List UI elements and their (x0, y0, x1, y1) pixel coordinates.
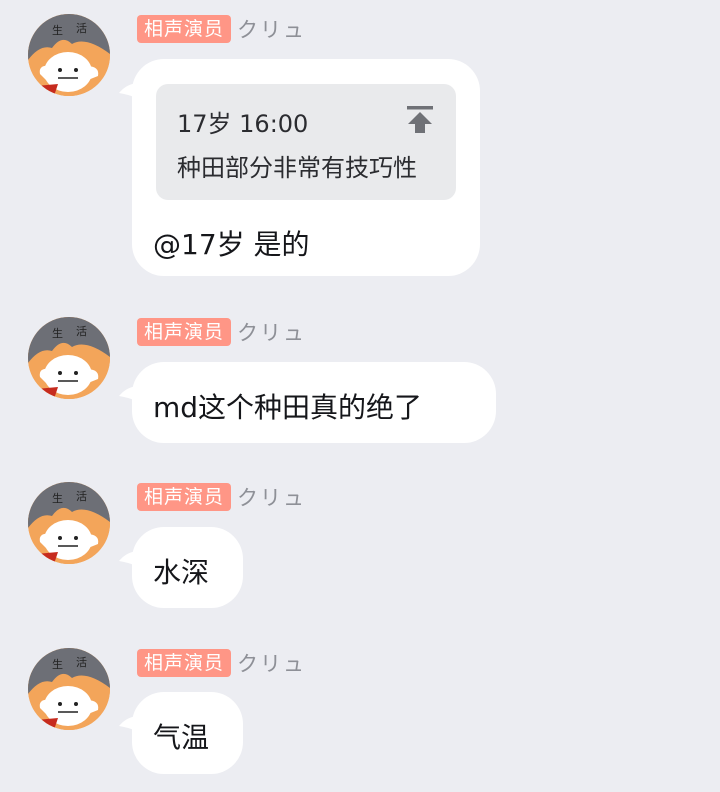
message-header: 相声演员 クリュ (137, 15, 306, 43)
bubble-tail (119, 550, 145, 571)
avatar[interactable]: 生 活 (28, 317, 110, 399)
chat-message: 生 活 相声演员 クリュ 气温 (0, 634, 720, 784)
message-bubble[interactable]: 17岁 16:00 种田部分非常有技巧性 @17岁 是的 (119, 59, 480, 276)
message-header: 相声演员 クリュ (137, 649, 306, 677)
chat-message: 生 活 相声演员 クリュ 17岁 16:00 种田部分非常有技巧性 @17岁 是… (0, 0, 720, 290)
sender-name[interactable]: クリュ (237, 317, 306, 347)
message-header: 相声演员 クリュ (137, 318, 306, 346)
message-text: 气温 (153, 721, 210, 754)
svg-text:活: 活 (76, 325, 87, 338)
message-text: 水深 (153, 556, 210, 589)
svg-text:生: 生 (52, 326, 63, 340)
avatar[interactable]: 生 活 (28, 14, 110, 96)
avatar-image: 生 活 (28, 317, 110, 399)
svg-text:生: 生 (52, 491, 63, 505)
message-header: 相声演员 クリュ (137, 483, 306, 511)
chat-message: 生 活 相声演员 クリュ 水深 (0, 468, 720, 618)
svg-text:活: 活 (76, 656, 87, 669)
quoted-reply-text: 种田部分非常有技巧性 (177, 154, 417, 182)
bubble-tail (119, 385, 145, 406)
quoted-reply-meta: 17岁 16:00 (177, 110, 309, 138)
avatar[interactable]: 生 活 (28, 482, 110, 564)
role-badge: 相声演员 (137, 15, 232, 43)
bubble-tail (119, 715, 145, 736)
sender-name[interactable]: クリュ (237, 648, 306, 678)
avatar[interactable]: 生 活 (28, 648, 110, 730)
jump-to-top-icon[interactable] (406, 104, 434, 134)
sender-name[interactable]: クリュ (237, 14, 306, 44)
role-badge: 相声演员 (137, 649, 232, 677)
svg-text:活: 活 (76, 22, 87, 35)
avatar-image: 生 活 (28, 482, 110, 564)
sender-name[interactable]: クリュ (237, 482, 306, 512)
svg-text:活: 活 (76, 490, 87, 503)
role-badge: 相声演员 (137, 318, 232, 346)
bubble-tail (119, 82, 145, 103)
chat-message: 生 活 相声演员 クリュ md这个种田真的绝了 (0, 303, 720, 453)
message-bubble[interactable]: 水深 (119, 527, 243, 608)
message-bubble[interactable]: 气温 (119, 692, 243, 774)
message-text: md这个种田真的绝了 (153, 391, 423, 424)
svg-text:生: 生 (52, 657, 63, 671)
message-bubble[interactable]: md这个种田真的绝了 (119, 362, 496, 443)
message-text: @17岁 是的 (153, 228, 310, 261)
quoted-reply[interactable]: 17岁 16:00 种田部分非常有技巧性 (156, 84, 456, 200)
role-badge: 相声演员 (137, 483, 232, 511)
avatar-image: 生 活 (28, 14, 110, 96)
avatar-image: 生 活 (28, 648, 110, 730)
svg-text:生: 生 (52, 23, 63, 37)
